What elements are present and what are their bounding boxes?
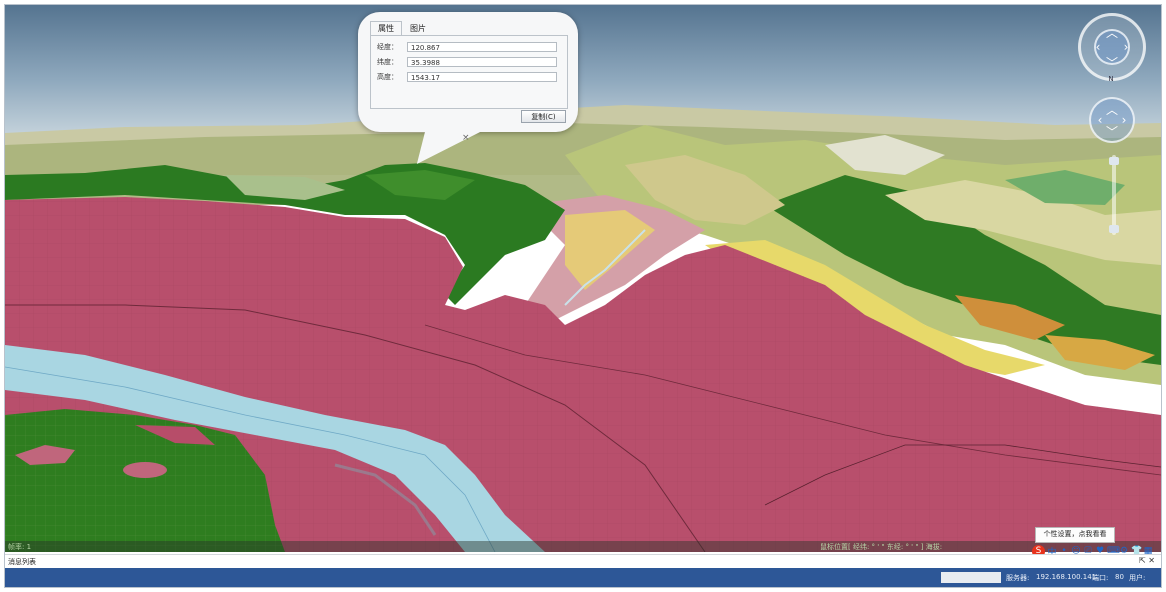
properties-panel: 经度： 120.867 纬度： 35.3988 高度： 1543.17 xyxy=(370,35,568,109)
message-list-panel: 消息列表 ⇱ ✕ xyxy=(5,554,1161,568)
latitude-field[interactable]: 35.3988 xyxy=(407,56,557,67)
app-window: × 属性 图片 经度： 120.867 纬度： 35.3988 高度： 1543… xyxy=(4,4,1162,588)
tab-properties[interactable]: 属性 xyxy=(370,21,402,35)
3d-map-viewport[interactable]: × 属性 图片 经度： 120.867 纬度： 35.3988 高度： 1543… xyxy=(5,5,1161,552)
zoom-handle[interactable] xyxy=(1109,157,1119,165)
north-icon: N xyxy=(1108,75,1114,83)
pan-up-icon[interactable]: ︿ xyxy=(1104,24,1120,40)
coordinate-popup: × 属性 图片 经度： 120.867 纬度： 35.3988 高度： 1543… xyxy=(358,12,578,164)
server-value: 192.168.100.141 xyxy=(1036,573,1097,581)
port-label: 端口: xyxy=(1092,574,1109,582)
rotate-right-icon[interactable]: › xyxy=(1116,112,1132,128)
rotate-left-icon[interactable]: ‹ xyxy=(1092,112,1108,128)
status-field xyxy=(941,572,1001,583)
tab-images[interactable]: 图片 xyxy=(402,21,434,35)
altitude-row: 高度： 1543.17 xyxy=(377,71,557,82)
message-list-title: 消息列表 xyxy=(8,558,36,566)
terrain-scene[interactable] xyxy=(5,5,1161,552)
latitude-row: 纬度： 35.3988 xyxy=(377,56,557,67)
zoom-min-handle[interactable] xyxy=(1109,225,1119,233)
message-list-controls[interactable]: ⇱ ✕ xyxy=(1139,556,1155,565)
pan-left-icon[interactable]: ‹ xyxy=(1090,39,1106,55)
pan-right-icon[interactable]: › xyxy=(1118,39,1134,55)
mouse-position-text: 鼠标位置[ 经纬: ° ' " 东经: ° ' " ] 海拔: xyxy=(820,543,943,551)
popup-tabs: 属性 图片 xyxy=(370,21,434,35)
frame-rate-text: 帧率: 1 xyxy=(8,543,32,551)
coordinate-readout-bar: 帧率: 1 鼠标位置[ 经纬: ° ' " 东经: ° ' " ] 海拔: xyxy=(5,541,1161,552)
tilt-compass-icon[interactable]: ︿ ﹀ ‹ › xyxy=(1089,97,1135,143)
status-bar: 服务器: 192.168.100.141 端口: 80 用户: xyxy=(5,568,1161,587)
copy-button[interactable]: 复制(C) xyxy=(521,110,566,123)
longitude-row: 经度： 120.867 xyxy=(377,41,557,52)
ime-tooltip: 个性设置，点我看看 xyxy=(1035,527,1115,543)
port-value: 80 xyxy=(1115,573,1124,581)
popup-close-icon[interactable]: × xyxy=(462,133,470,143)
zoom-track xyxy=(1112,155,1116,235)
pan-down-icon[interactable]: ﹀ xyxy=(1104,54,1120,70)
user-label: 用户: xyxy=(1129,574,1146,582)
longitude-field[interactable]: 120.867 xyxy=(407,41,557,52)
server-label: 服务器: xyxy=(1006,574,1030,582)
longitude-label: 经度： xyxy=(377,42,398,51)
altitude-label: 高度： xyxy=(377,72,398,81)
latitude-label: 纬度： xyxy=(377,57,398,66)
altitude-field[interactable]: 1543.17 xyxy=(407,71,557,82)
zoom-slider[interactable] xyxy=(1109,155,1119,235)
